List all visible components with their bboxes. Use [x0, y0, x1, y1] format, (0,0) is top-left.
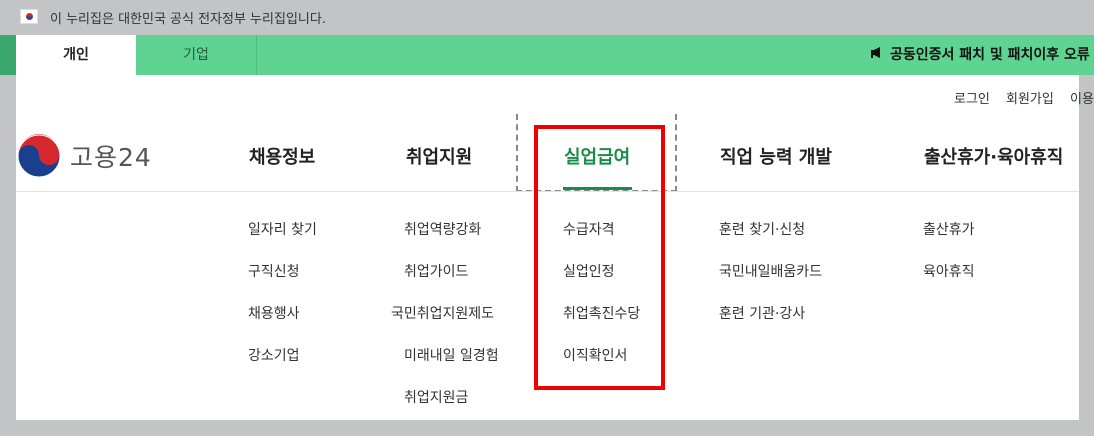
- sub-jobs-3[interactable]: 채용행사: [248, 303, 300, 323]
- login-link[interactable]: 로그인: [954, 88, 990, 107]
- sub-support-1[interactable]: 취업역량강화: [404, 219, 481, 239]
- sub-leave-1[interactable]: 출산휴가: [923, 219, 975, 239]
- sub-support-4[interactable]: 미래내일 일경험: [404, 345, 499, 365]
- korea-flag-icon: [20, 9, 38, 24]
- sub-jobs-1[interactable]: 일자리 찾기: [248, 219, 317, 239]
- gov-banner-text: 이 누리집은 대한민국 공식 전자정부 누리집입니다.: [50, 12, 326, 27]
- sub-training-2[interactable]: 국민내일배움카드: [719, 261, 822, 281]
- sub-training-3[interactable]: 훈련 기관·강사: [719, 303, 805, 323]
- notice-text: 공동인증서 패치 및 패치이후 오류: [890, 47, 1090, 63]
- gov-banner: 이 누리집은 대한민국 공식 전자정부 누리집입니다.: [16, 0, 1079, 35]
- sub-support-3[interactable]: 국민취업지원제도: [391, 303, 494, 323]
- logo-icon[interactable]: [17, 134, 61, 178]
- gnb-jobs[interactable]: 채용정보: [249, 143, 315, 169]
- notice-link[interactable]: 공동인증서 패치 및 패치이후 오류: [870, 35, 1090, 75]
- sub-support-2[interactable]: 취업가이드: [404, 261, 468, 281]
- sub-jobs-4[interactable]: 강소기업: [248, 345, 300, 365]
- logo-text[interactable]: 고용24: [70, 138, 152, 174]
- highlight-box: [534, 125, 665, 390]
- megaphone-icon: [870, 35, 884, 75]
- usage-link[interactable]: 이용: [1070, 88, 1094, 107]
- gnb-support[interactable]: 취업지원: [406, 143, 472, 169]
- tab-personal[interactable]: 개인: [16, 35, 136, 75]
- sub-jobs-2[interactable]: 구직신청: [248, 261, 300, 281]
- sub-training-1[interactable]: 훈련 찾기·신청: [719, 219, 805, 239]
- sub-leave-2[interactable]: 육아휴직: [923, 261, 975, 281]
- gnb-leave[interactable]: 출산휴가·육아휴직: [924, 143, 1063, 169]
- gnb-training[interactable]: 직업 능력 개발: [720, 143, 832, 169]
- signup-link[interactable]: 회원가입: [1006, 88, 1054, 107]
- sub-support-5[interactable]: 취업지원금: [404, 387, 468, 407]
- tab-company[interactable]: 기업: [136, 35, 257, 75]
- top-bar-edge: [0, 35, 16, 75]
